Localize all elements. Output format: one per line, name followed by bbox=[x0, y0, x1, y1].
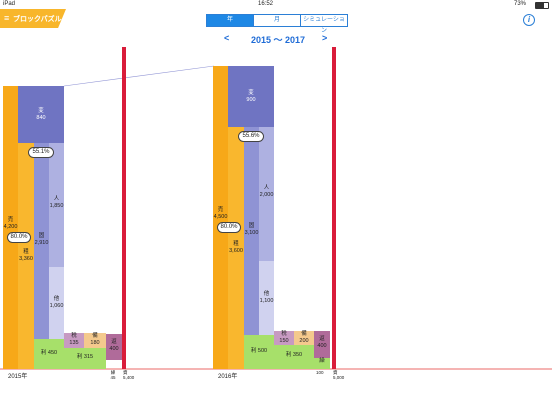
remain-value: 100 bbox=[316, 370, 324, 375]
variable-value: 900 bbox=[246, 97, 256, 103]
fixed-value: 3,100 bbox=[244, 230, 259, 236]
profit-block[interactable]: 利 500 bbox=[244, 335, 274, 369]
other-cost-block[interactable]: 他 1,100 bbox=[259, 261, 274, 335]
remain-label: 繰 45 bbox=[110, 370, 116, 380]
remain-block[interactable]: 繰 bbox=[314, 358, 330, 369]
personnel-value: 1,850 bbox=[49, 203, 64, 209]
reserve-name: 備 bbox=[92, 333, 98, 339]
gross-name: 粗 bbox=[23, 249, 29, 255]
other-cost-block[interactable]: 他 1,060 bbox=[49, 267, 64, 339]
other-name: 他 bbox=[53, 296, 60, 302]
gross-ratio-badge: 80.0% bbox=[217, 222, 241, 233]
debt-value: 400 bbox=[109, 346, 119, 352]
personnel-cost-block[interactable]: 人 2,000 bbox=[259, 127, 274, 261]
reserve-block[interactable]: 備 180 bbox=[84, 333, 106, 348]
sales-value: 4,200 bbox=[3, 224, 18, 230]
variable-value: 840 bbox=[36, 115, 46, 121]
assets-bar[interactable] bbox=[122, 47, 126, 369]
sales-block[interactable]: 売 4,200 bbox=[3, 86, 18, 369]
labor-ratio-badge: 55.1% bbox=[28, 147, 54, 158]
variable-cost-block[interactable]: 変 900 bbox=[228, 66, 274, 127]
debt-name: 返 bbox=[319, 336, 325, 342]
variable-name: 変 bbox=[38, 108, 44, 114]
net-profit-label: 利 315 bbox=[76, 354, 94, 360]
year-label-2016: 2016年 bbox=[218, 374, 238, 380]
gross-value: 3,600 bbox=[229, 248, 243, 254]
gross-value: 3,360 bbox=[19, 256, 33, 262]
tax-value: 150 bbox=[279, 338, 289, 344]
assets-bar[interactable] bbox=[332, 47, 336, 369]
labor-ratio-badge: 55.6% bbox=[238, 131, 264, 142]
tax-block[interactable]: 税 135 bbox=[64, 333, 84, 348]
other-value: 1,100 bbox=[259, 298, 274, 304]
other-value: 1,060 bbox=[49, 303, 64, 309]
profit-label: 利 500 bbox=[250, 348, 268, 354]
personnel-value: 2,000 bbox=[259, 192, 274, 198]
gross-profit-block[interactable]: 粗 3,360 bbox=[18, 143, 34, 369]
reserve-value: 180 bbox=[90, 340, 100, 346]
tax-name: 税 bbox=[281, 331, 287, 337]
remain-name: 繰 bbox=[319, 358, 325, 364]
gross-profit-block[interactable]: 粗 3,600 bbox=[228, 127, 244, 369]
variable-connector-line bbox=[63, 65, 215, 87]
fixed-cost-block[interactable]: 固 3,100 bbox=[244, 127, 259, 335]
assets-label: 資 5,400 bbox=[123, 370, 135, 380]
fixed-value: 2,910 bbox=[34, 240, 49, 246]
tax-value: 135 bbox=[69, 340, 79, 346]
other-name: 他 bbox=[263, 291, 270, 297]
personnel-name: 人 bbox=[263, 185, 270, 191]
sales-block[interactable]: 売 4,500 bbox=[213, 66, 228, 369]
fixed-name: 固 bbox=[248, 223, 255, 229]
reserve-name: 備 bbox=[301, 331, 307, 337]
fixed-name: 固 bbox=[38, 233, 45, 239]
gross-name: 粗 bbox=[233, 241, 239, 247]
gross-ratio-badge: 80.0% bbox=[7, 232, 31, 243]
net-profit-label: 利 350 bbox=[285, 352, 303, 358]
tax-block[interactable]: 税 150 bbox=[274, 331, 294, 345]
personnel-cost-block[interactable]: 人 1,850 bbox=[49, 143, 64, 267]
variable-name: 変 bbox=[248, 90, 254, 96]
fixed-cost-block[interactable]: 固 2,910 bbox=[34, 143, 49, 339]
sales-name: 売 bbox=[217, 207, 224, 213]
debt-name: 返 bbox=[111, 339, 117, 345]
net-profit-block[interactable]: 利 315 bbox=[64, 348, 106, 369]
personnel-name: 人 bbox=[53, 196, 60, 202]
debt-value: 400 bbox=[317, 343, 327, 349]
tax-name: 税 bbox=[71, 333, 77, 339]
sales-value: 4,500 bbox=[213, 214, 228, 220]
profit-block[interactable]: 利 450 bbox=[34, 339, 64, 369]
assets-label: 資 5,000 bbox=[333, 370, 345, 380]
variable-cost-block[interactable]: 変 840 bbox=[18, 86, 64, 143]
reserve-value: 200 bbox=[299, 338, 309, 344]
year-label-2015: 2015年 bbox=[8, 374, 28, 380]
profit-label: 利 450 bbox=[40, 350, 58, 356]
debt-repayment-block[interactable]: 返 400 bbox=[106, 334, 122, 360]
debt-repayment-block[interactable]: 返 400 bbox=[314, 331, 330, 358]
net-profit-block[interactable]: 利 350 bbox=[274, 345, 314, 369]
reserve-block[interactable]: 備 200 bbox=[294, 331, 314, 345]
sales-name: 売 bbox=[7, 217, 14, 223]
